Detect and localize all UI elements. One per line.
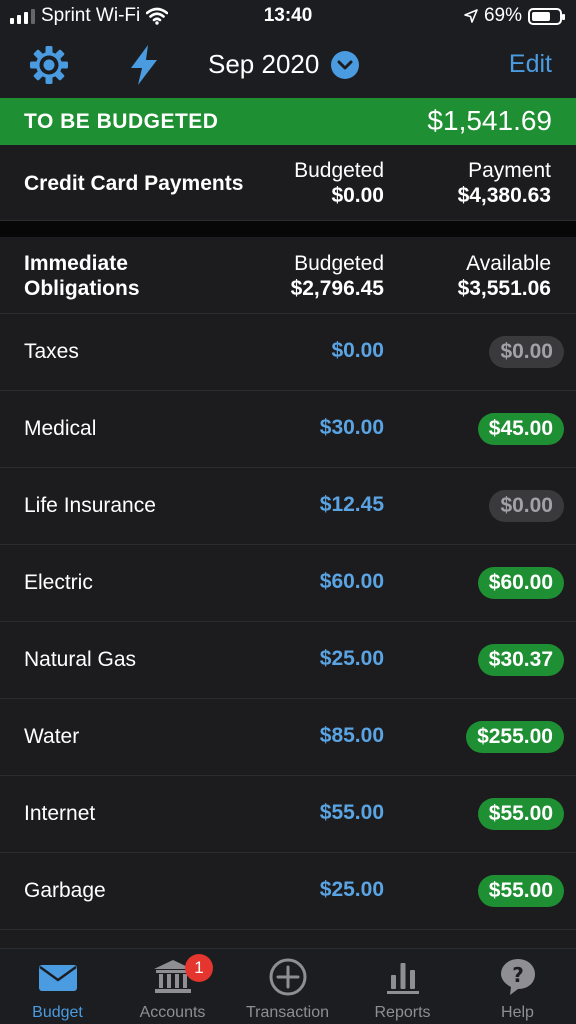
tab-label: Accounts [139,1004,206,1021]
category-row[interactable]: Natural Gas $25.00 $30.37 [0,622,576,699]
category-list: Taxes $0.00 $0.00 Medical $30.00 $45.00 … [0,314,576,930]
status-bar: Sprint Wi-Fi 13:40 69% [0,0,576,34]
category-row[interactable]: Taxes $0.00 $0.00 [0,314,576,391]
payment-label: Payment [468,159,551,182]
category-budgeted[interactable]: $25.00 [320,878,384,902]
category-budgeted[interactable]: $12.45 [320,493,384,517]
available-label: Available [466,252,551,275]
category-available-pill[interactable]: $55.00 [477,798,564,830]
category-budgeted[interactable]: $60.00 [320,570,384,594]
group-title-line2: Obligations [24,277,140,300]
group-title: Immediate Obligations [24,251,140,301]
bar-chart-icon [387,963,419,994]
category-available-pill[interactable]: $30.37 [477,644,564,676]
category-available-pill[interactable]: $0.00 [489,490,564,522]
group-available: Available $3,551.06 [458,251,551,301]
month-label: Sep 2020 [208,49,320,79]
lightning-icon[interactable] [128,44,160,86]
tab-reports[interactable]: Reports [345,949,460,1024]
category-name: Electric [24,571,93,594]
category-available-pill[interactable]: $60.00 [477,567,564,599]
category-budgeted[interactable]: $85.00 [320,724,384,748]
category-budgeted[interactable]: $30.00 [320,416,384,440]
svg-text:?: ? [512,963,524,987]
battery-fill [532,11,550,21]
category-name: Medical [24,417,97,440]
credit-card-budgeted-value: $0.00 [331,184,384,207]
credit-card-title: Credit Card Payments [24,172,244,195]
category-name: Internet [24,802,96,825]
location-arrow-icon [464,9,478,23]
to-be-budgeted-amount: $1,541.69 [427,105,552,136]
category-available-pill[interactable]: $45.00 [477,413,564,445]
tab-label: Reports [374,1004,431,1021]
month-selector[interactable]: Sep 2020 [208,49,360,80]
category-available-pill[interactable]: $55.00 [477,875,564,907]
tab-label: Budget [32,1004,83,1021]
edit-button[interactable]: Edit [509,50,552,79]
category-row[interactable]: Garbage $25.00 $55.00 [0,853,576,930]
tab-budget[interactable]: Budget [0,949,115,1024]
category-row[interactable]: Medical $30.00 $45.00 [0,391,576,468]
budgeted-label: Budgeted [294,252,384,275]
category-name: Taxes [24,340,79,363]
tab-label: Help [501,1004,534,1021]
tab-help[interactable]: ? Help [460,949,575,1024]
battery-percent: 69% [483,5,522,26]
to-be-budgeted-label: TO BE BUDGETED [24,110,219,133]
battery-icon [528,7,565,25]
category-row[interactable]: Internet $55.00 $55.00 [0,776,576,853]
category-row[interactable]: Life Insurance $12.45 $0.00 [0,468,576,545]
group-budgeted-value: $2,796.45 [290,277,384,300]
group-available-value: $3,551.06 [457,277,551,300]
budgeted-label: Budgeted [294,159,384,182]
group-budgeted: Budgeted $2,796.45 [291,251,384,301]
category-budgeted[interactable]: $0.00 [331,339,384,363]
section-divider [0,221,576,237]
tab-bar: Budget 1 Accounts Transaction Reports ? … [0,948,576,1024]
plus-circle-icon [269,958,307,996]
credit-card-payment-value: $4,380.63 [457,184,551,207]
category-budgeted[interactable]: $25.00 [320,647,384,671]
question-bubble-icon: ? [501,959,535,995]
category-row[interactable]: Water $85.00 $255.00 [0,699,576,776]
credit-card-payment: Payment $4,380.63 [458,158,551,208]
category-name: Life Insurance [24,494,156,517]
group-title-line1: Immediate [24,252,128,275]
category-name: Water [24,725,80,748]
category-name: Natural Gas [24,648,137,671]
category-available-pill[interactable]: $255.00 [466,721,564,753]
to-be-budgeted-banner[interactable]: TO BE BUDGETED $1,541.69 [0,98,576,145]
category-name: Garbage [24,879,106,902]
nav-bar: Sep 2020 Edit [0,34,576,98]
credit-card-payments-header[interactable]: Credit Card Payments Budgeted $0.00 Paym… [0,145,576,221]
tab-accounts[interactable]: 1 Accounts [115,949,230,1024]
credit-card-budgeted: Budgeted $0.00 [294,158,384,208]
gear-icon[interactable] [28,44,70,86]
tab-transaction[interactable]: Transaction [230,949,345,1024]
status-right: 69% [464,5,565,27]
category-group-header[interactable]: Immediate Obligations Budgeted $2,796.45… [0,237,576,314]
envelope-icon [39,965,77,991]
category-budgeted[interactable]: $55.00 [320,801,384,825]
tab-label: Transaction [246,1004,329,1021]
notification-badge: 1 [185,954,213,982]
category-row[interactable]: Electric $60.00 $60.00 [0,545,576,622]
chevron-down-icon[interactable] [331,50,360,79]
category-available-pill[interactable]: $0.00 [489,336,564,368]
